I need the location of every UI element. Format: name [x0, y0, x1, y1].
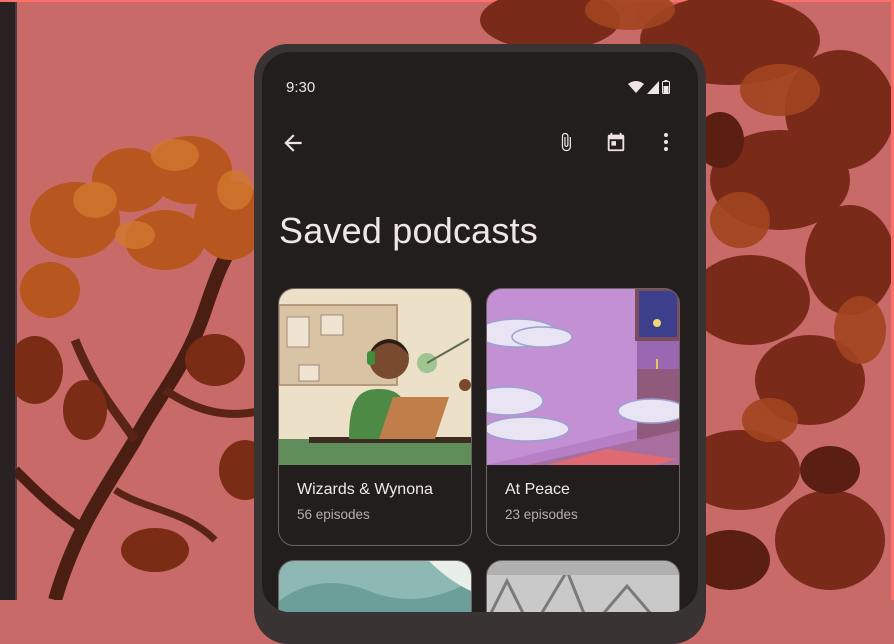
wifi-icon [628, 80, 644, 93]
podcast-cover-art [487, 561, 679, 612]
signal-icon [647, 80, 659, 94]
paperclip-icon [561, 132, 571, 152]
podcast-title: Wizards & Wynona [297, 481, 433, 498]
podcast-cover-art [279, 289, 471, 465]
seaweed-left-illustration [15, 136, 271, 600]
podcast-card[interactable]: Wizards & Wynona 56 episodes [278, 288, 472, 546]
calendar-button[interactable] [602, 128, 630, 156]
app-screen: 9:30 Saved podcasts Wizards & Wynona 56 … [262, 52, 698, 612]
podcast-episode-count: 23 episodes [505, 507, 578, 522]
attach-button[interactable] [552, 128, 580, 156]
podcast-cover-art [487, 289, 679, 465]
podcast-card[interactable]: At Peace 23 episodes [486, 288, 680, 546]
status-icons [628, 80, 670, 94]
page-title: Saved podcasts [279, 210, 538, 251]
more-options-button[interactable] [652, 128, 680, 156]
podcast-cover-art [279, 561, 471, 612]
podcast-episode-count: 56 episodes [297, 507, 370, 522]
calendar-icon [607, 132, 625, 152]
battery-icon [662, 80, 670, 94]
podcast-title: At Peace [505, 481, 570, 498]
left-device-edge [0, 0, 15, 600]
podcast-card-partial[interactable] [486, 560, 680, 612]
app-bar-actions [552, 128, 680, 156]
more-vert-icon [664, 133, 668, 151]
arrow-back-icon[interactable] [280, 130, 306, 156]
podcast-card-partial[interactable] [278, 560, 472, 612]
status-time: 9:30 [286, 79, 316, 96]
